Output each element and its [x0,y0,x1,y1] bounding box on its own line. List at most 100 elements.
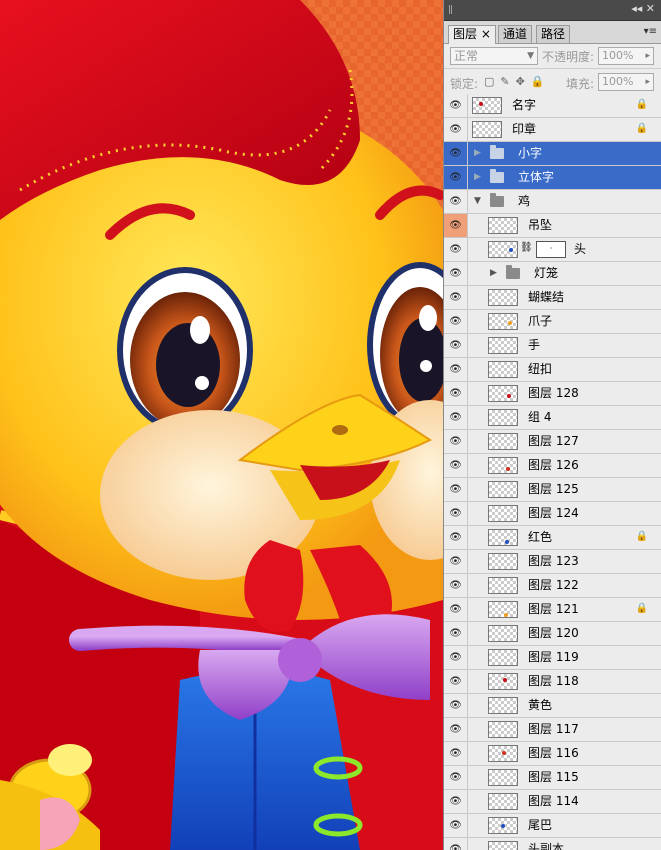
blend-mode-value: 正常 [454,49,479,63]
layer-row[interactable]: 👁 组 4 [444,406,661,430]
layer-row[interactable]: 👁 图层 127 [444,430,661,454]
tab-channels[interactable]: 通道 [498,25,533,43]
layer-row[interactable]: 👁 手 [444,334,661,358]
layer-row[interactable]: 👁 ▶ 立体字 [444,166,661,190]
visibility-eye-icon[interactable]: 👁 [444,334,468,357]
visibility-eye-icon[interactable]: 👁 [444,718,468,741]
visibility-eye-icon[interactable]: 👁 [444,166,468,189]
layer-row[interactable]: 👁 图层 128 [444,382,661,406]
tab-layers[interactable]: 图层 × [448,25,496,44]
layer-row[interactable]: 👁 图层 116 [444,742,661,766]
visibility-eye-icon[interactable]: 👁 [444,358,468,381]
layer-row[interactable]: 👁 图层 124 [444,502,661,526]
chevron-right-icon[interactable]: ▸ [645,48,650,64]
layer-name: 图层 125 [528,482,579,496]
panel-titlebar[interactable]: || ◂◂ ✕ [444,0,661,21]
fill-input[interactable]: 100% ▸ [598,73,654,91]
layer-row[interactable]: 👁 ▶ 灯笼 [444,262,661,286]
blend-mode-select[interactable]: 正常 ▼ [450,47,538,65]
visibility-eye-icon[interactable]: 👁 [444,814,468,837]
visibility-eye-icon[interactable]: 👁 [444,766,468,789]
expand-triangle-icon[interactable]: ▶ [474,166,481,189]
layer-mask-thumbnail[interactable]: · [536,241,566,258]
visibility-eye-icon[interactable]: 👁 [444,742,468,765]
document-canvas[interactable] [0,0,443,850]
expand-triangle-icon[interactable]: ▶ [474,142,481,165]
panel-grip-icon[interactable]: || [448,5,453,15]
layer-row[interactable]: 👁 爪子 [444,310,661,334]
layer-row[interactable]: 👁 图层 125 [444,478,661,502]
visibility-eye-icon[interactable]: 👁 [444,238,468,261]
layer-row[interactable]: 👁 印章 🔒 [444,118,661,142]
layer-row[interactable]: 👁 ▼ 鸡 [444,190,661,214]
lock-icon: 🔒 [635,603,648,614]
visibility-eye-icon[interactable]: 👁 [444,118,468,141]
visibility-eye-icon[interactable]: 👁 [444,406,468,429]
layer-row[interactable]: 👁 头副本 [444,838,661,850]
visibility-eye-icon[interactable]: 👁 [444,286,468,309]
layer-row[interactable]: 👁 名字 🔒 [444,94,661,118]
layer-thumbnail [488,649,518,666]
visibility-eye-icon[interactable]: 👁 [444,382,468,405]
layer-row[interactable]: 👁 红色 🔒 [444,526,661,550]
layer-name: 头副本 [528,842,565,850]
lock-options-icons[interactable]: ▢✎✥🔒 [484,75,551,88]
panel-collapse-icon[interactable]: ◂◂ ✕ [631,2,655,15]
tab-paths[interactable]: 路径 [536,25,571,43]
folder-icon [506,265,520,279]
layer-thumbnail [488,793,518,810]
layer-row[interactable]: 👁 图层 117 [444,718,661,742]
layer-name: 图层 115 [528,770,579,784]
layer-row[interactable]: 👁 图层 123 [444,550,661,574]
visibility-eye-icon[interactable]: 👁 [444,190,468,213]
visibility-eye-icon[interactable]: 👁 [444,598,468,621]
layer-thumbnail [488,601,518,618]
visibility-eye-icon[interactable]: 👁 [444,310,468,333]
visibility-eye-icon[interactable]: 👁 [444,214,468,237]
opacity-input[interactable]: 100% ▸ [598,47,654,65]
tab-close-icon[interactable]: × [481,27,491,41]
visibility-eye-icon[interactable]: 👁 [444,574,468,597]
blend-row: 正常 ▼ 不透明度: 100% ▸ [444,44,661,69]
visibility-eye-icon[interactable]: 👁 [444,262,468,285]
layer-row[interactable]: 👁 图层 118 [444,670,661,694]
expand-triangle-icon[interactable]: ▶ [490,262,497,285]
visibility-eye-icon[interactable]: 👁 [444,526,468,549]
mask-link-icon[interactable]: ⛓ [520,242,533,253]
visibility-eye-icon[interactable]: 👁 [444,478,468,501]
visibility-eye-icon[interactable]: 👁 [444,550,468,573]
layer-row[interactable]: 👁 吊坠 [444,214,661,238]
layer-row[interactable]: 👁 图层 119 [444,646,661,670]
panel-menu-icon[interactable]: ▾≡ [644,26,657,37]
layer-name: 组 4 [528,410,552,424]
visibility-eye-icon[interactable]: 👁 [444,790,468,813]
layer-row[interactable]: 👁 蝴蝶结 [444,286,661,310]
visibility-eye-icon[interactable]: 👁 [444,94,468,117]
layer-row[interactable]: 👁 ▶ 小字 [444,142,661,166]
layer-row[interactable]: 👁 黄色 [444,694,661,718]
layer-row[interactable]: 👁 ⛓ · 头 [444,238,661,262]
folder-icon [490,169,504,183]
layer-row[interactable]: 👁 图层 126 [444,454,661,478]
tab-label: 路径 [541,27,566,41]
visibility-eye-icon[interactable]: 👁 [444,838,468,850]
visibility-eye-icon[interactable]: 👁 [444,142,468,165]
layer-row[interactable]: 👁 图层 122 [444,574,661,598]
visibility-eye-icon[interactable]: 👁 [444,454,468,477]
layer-row[interactable]: 👁 图层 121 🔒 [444,598,661,622]
visibility-eye-icon[interactable]: 👁 [444,502,468,525]
visibility-eye-icon[interactable]: 👁 [444,646,468,669]
layer-name: 图层 128 [528,386,579,400]
visibility-eye-icon[interactable]: 👁 [444,670,468,693]
layer-row[interactable]: 👁 图层 114 [444,790,661,814]
visibility-eye-icon[interactable]: 👁 [444,430,468,453]
layer-row[interactable]: 👁 纽扣 [444,358,661,382]
expand-triangle-open-icon[interactable]: ▼ [474,190,481,213]
visibility-eye-icon[interactable]: 👁 [444,622,468,645]
chevron-right-icon[interactable]: ▸ [645,74,650,90]
visibility-eye-icon[interactable]: 👁 [444,694,468,717]
layer-thumbnail [488,721,518,738]
layer-row[interactable]: 👁 尾巴 [444,814,661,838]
layer-row[interactable]: 👁 图层 115 [444,766,661,790]
layer-row[interactable]: 👁 图层 120 [444,622,661,646]
